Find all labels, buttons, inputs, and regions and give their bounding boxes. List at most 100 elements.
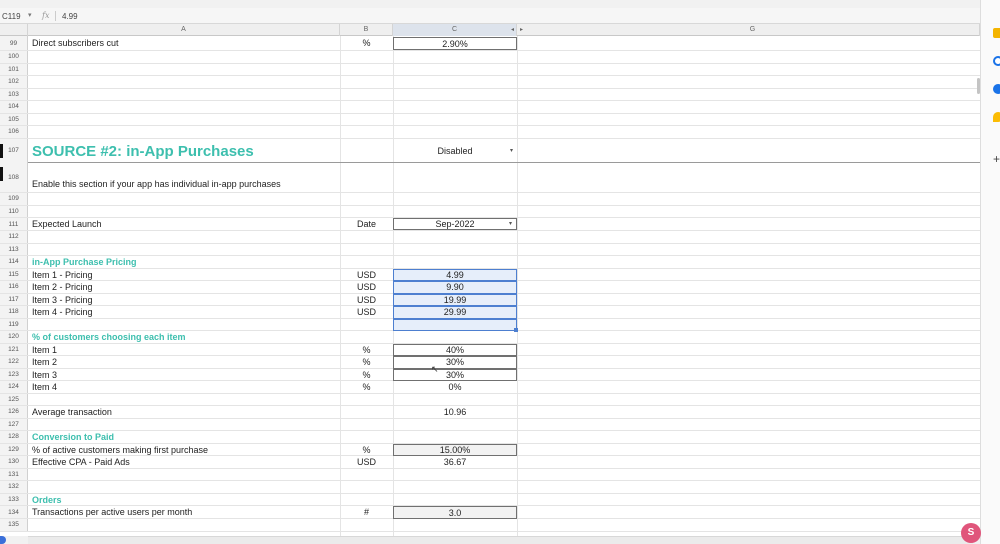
- cell-label[interactable]: Direct subscribers cut: [32, 36, 119, 50]
- cell-label[interactable]: Effective CPA - Paid Ads: [32, 456, 130, 468]
- row-group-marker[interactable]: [0, 167, 3, 181]
- row-number[interactable]: 132: [0, 481, 28, 493]
- row-number[interactable]: 118: [0, 306, 28, 318]
- row-number[interactable]: 108: [0, 163, 28, 192]
- row-number[interactable]: 104: [0, 101, 28, 113]
- row-number[interactable]: 109: [0, 193, 28, 205]
- section-title[interactable]: SOURCE #2: in-App Purchases: [32, 139, 254, 163]
- column-header-a[interactable]: A: [28, 24, 340, 36]
- cell-value[interactable]: 15.00%: [393, 443, 517, 456]
- row-number[interactable]: 123: [0, 368, 28, 380]
- cell-unit[interactable]: %: [340, 356, 393, 368]
- row-number[interactable]: 135: [0, 519, 28, 531]
- cell-value[interactable]: 10.96: [393, 406, 517, 418]
- cell-label[interactable]: Item 3: [32, 369, 57, 381]
- cell-unit[interactable]: USD: [340, 281, 393, 293]
- cell-label[interactable]: Transactions per active users per month: [32, 506, 192, 518]
- row-number[interactable]: 115: [0, 268, 28, 280]
- formula-input[interactable]: 4.99: [62, 12, 78, 21]
- cell-unit[interactable]: USD: [340, 456, 393, 468]
- sheet-grid[interactable]: 99 Direct subscribers cut % 2.90% 100 10…: [0, 36, 980, 536]
- row-number[interactable]: 127: [0, 418, 28, 430]
- row-number[interactable]: 105: [0, 113, 28, 125]
- section-toggle-dropdown[interactable]: Disabled ▾: [393, 139, 517, 163]
- row-number[interactable]: 107: [0, 138, 28, 163]
- row-number[interactable]: 124: [0, 381, 28, 393]
- row-number[interactable]: 100: [0, 51, 28, 63]
- row-number[interactable]: 129: [0, 443, 28, 455]
- row-number[interactable]: 106: [0, 126, 28, 138]
- cell-unit[interactable]: %: [340, 36, 393, 50]
- subsection-heading[interactable]: Orders: [32, 494, 62, 506]
- row-number[interactable]: 114: [0, 256, 28, 268]
- cell-value[interactable]: 29.99: [393, 306, 517, 319]
- row-number[interactable]: 101: [0, 63, 28, 75]
- cell-label[interactable]: Item 2: [32, 356, 57, 368]
- cell-label[interactable]: Expected Launch: [32, 218, 102, 230]
- row-number[interactable]: 99: [0, 36, 28, 50]
- subsection-heading[interactable]: % of customers choosing each item: [32, 331, 186, 343]
- cell-label[interactable]: Item 1: [32, 344, 57, 356]
- horizontal-scrollbar[interactable]: [28, 536, 973, 544]
- calendar-icon[interactable]: [993, 28, 1000, 38]
- cell-unit[interactable]: #: [340, 506, 393, 518]
- row-number[interactable]: 128: [0, 431, 28, 443]
- cell-label[interactable]: % of active customers making first purch…: [32, 444, 208, 456]
- row-number[interactable]: 102: [0, 76, 28, 88]
- keep-icon[interactable]: [993, 56, 1000, 66]
- column-header-b[interactable]: B: [340, 24, 393, 36]
- row-number[interactable]: 130: [0, 456, 28, 468]
- row-number[interactable]: 122: [0, 356, 28, 368]
- row-number[interactable]: 110: [0, 205, 28, 217]
- row-number[interactable]: 133: [0, 493, 28, 505]
- row-number[interactable]: 103: [0, 88, 28, 100]
- cell-value[interactable]: 4.99: [393, 268, 517, 281]
- subsection-heading[interactable]: in-App Purchase Pricing: [32, 256, 137, 268]
- contacts-icon[interactable]: [993, 84, 1000, 94]
- cell-unit[interactable]: Date: [340, 218, 393, 230]
- row-number[interactable]: 117: [0, 293, 28, 305]
- dropdown-arrow-icon[interactable]: ▾: [509, 219, 512, 230]
- cell-unit[interactable]: USD: [340, 306, 393, 318]
- subsection-heading[interactable]: Conversion to Paid: [32, 431, 114, 443]
- active-cell[interactable]: [393, 318, 517, 331]
- cell-value[interactable]: 9.90: [393, 281, 517, 294]
- cell-unit[interactable]: USD: [340, 294, 393, 306]
- cell-unit[interactable]: %: [340, 381, 393, 393]
- cell-value[interactable]: 19.99: [393, 293, 517, 306]
- cell-value[interactable]: 40%: [393, 343, 517, 356]
- row-number[interactable]: 121: [0, 343, 28, 355]
- cell-value[interactable]: 2.90%: [393, 37, 517, 50]
- add-icon[interactable]: +: [993, 152, 1000, 166]
- cell-unit[interactable]: %: [340, 344, 393, 356]
- row-number[interactable]: 113: [0, 243, 28, 255]
- column-collapse-left-icon[interactable]: ◂: [508, 24, 517, 36]
- dropdown-arrow-icon[interactable]: ▾: [510, 139, 513, 163]
- cell-label[interactable]: Item 4: [32, 381, 57, 393]
- row-group-marker[interactable]: [0, 144, 3, 158]
- cell-label[interactable]: Item 4 - Pricing: [32, 306, 93, 318]
- cell-label[interactable]: Item 1 - Pricing: [32, 269, 93, 281]
- row-number[interactable]: 125: [0, 393, 28, 405]
- maps-icon[interactable]: [993, 112, 1000, 122]
- row-number[interactable]: 120: [0, 331, 28, 343]
- column-header-c[interactable]: C: [393, 24, 517, 36]
- column-expand-right-icon[interactable]: ▸: [517, 24, 526, 36]
- cell-unit[interactable]: %: [340, 369, 393, 381]
- cell-label[interactable]: Average transaction: [32, 406, 112, 418]
- cell-value[interactable]: 3.0: [393, 506, 517, 519]
- cell-label[interactable]: Item 2 - Pricing: [32, 281, 93, 293]
- sheet-tab-indicator[interactable]: [0, 536, 6, 544]
- avatar[interactable]: S: [961, 523, 981, 543]
- select-all-corner[interactable]: [0, 24, 28, 36]
- name-box[interactable]: C119: [2, 12, 21, 21]
- row-number[interactable]: 116: [0, 281, 28, 293]
- cell-unit[interactable]: USD: [340, 269, 393, 281]
- cell-unit[interactable]: %: [340, 444, 393, 456]
- row-number[interactable]: 134: [0, 506, 28, 518]
- column-header-g[interactable]: G: [526, 24, 980, 36]
- launch-date-dropdown[interactable]: Sep-2022 ▾: [393, 218, 517, 230]
- cell-value[interactable]: 30%: [393, 356, 517, 369]
- cell-label[interactable]: Item 3 - Pricing: [32, 294, 93, 306]
- row-number[interactable]: 111: [0, 218, 28, 230]
